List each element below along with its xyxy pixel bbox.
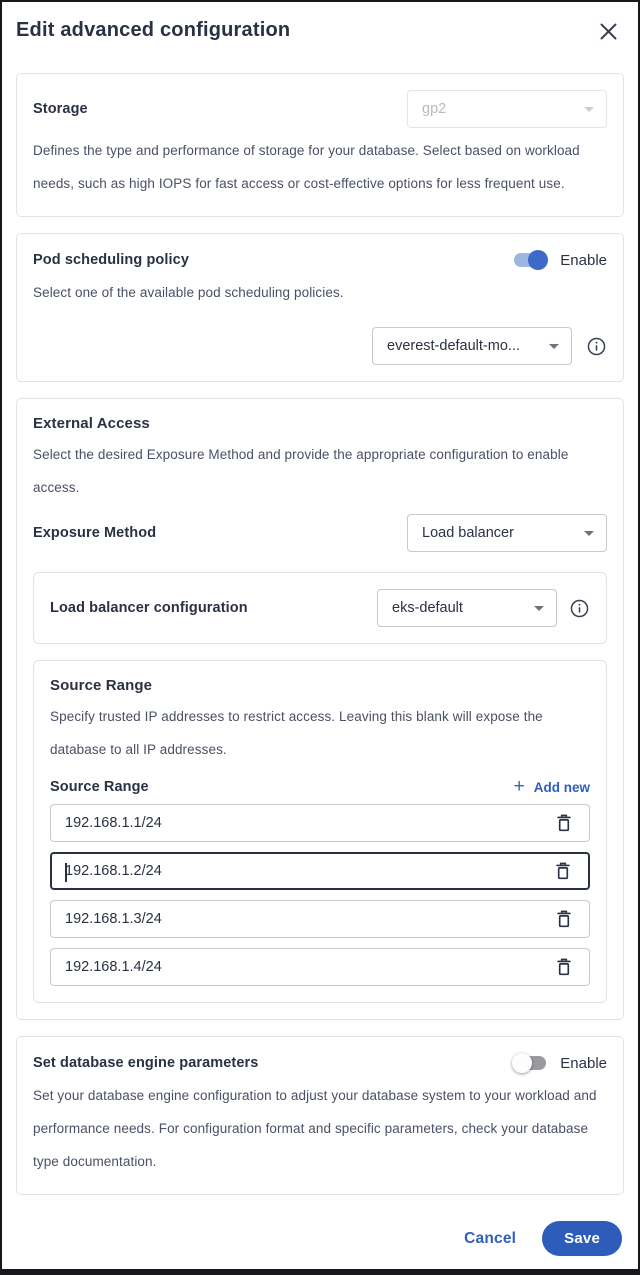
- info-icon: [569, 598, 590, 619]
- close-button[interactable]: [594, 17, 622, 45]
- source-range-title: Source Range: [50, 677, 590, 694]
- storage-select: gp2: [407, 90, 607, 128]
- source-range-list: [50, 804, 590, 986]
- delete-source-range-button[interactable]: [546, 854, 580, 888]
- cancel-button[interactable]: Cancel: [464, 1230, 516, 1248]
- engine-parameters-toggle[interactable]: [513, 1053, 547, 1073]
- trash-icon: [553, 956, 575, 978]
- external-access-description: Select the desired Exposure Method and p…: [33, 438, 607, 504]
- modal-title: Edit advanced configuration: [16, 19, 290, 42]
- engine-parameters-label: Set database engine parameters: [33, 1055, 258, 1071]
- external-access-section: External Access Select the desired Expos…: [16, 398, 624, 1020]
- chevron-down-icon: [534, 606, 544, 611]
- external-access-title: External Access: [33, 415, 607, 432]
- pod-scheduling-section: Pod scheduling policy Enable Select one …: [16, 233, 624, 382]
- source-range-field: [50, 804, 590, 842]
- source-range-field: [50, 948, 590, 986]
- engine-parameters-section: Set database engine parameters Enable Se…: [16, 1036, 624, 1195]
- engine-parameters-toggle-label: Enable: [560, 1055, 607, 1072]
- storage-label: Storage: [33, 101, 88, 117]
- delete-source-range-button[interactable]: [547, 806, 581, 840]
- pod-scheduling-description: Select one of the available pod scheduli…: [33, 276, 607, 309]
- modal-footer: Cancel Save: [2, 1195, 638, 1256]
- chevron-down-icon: [584, 107, 594, 112]
- source-range-field: [50, 852, 590, 890]
- trash-icon: [553, 812, 575, 834]
- pod-policy-select-value: everest-default-mo...: [387, 338, 520, 354]
- text-caret: [65, 863, 67, 882]
- storage-description: Defines the type and performance of stor…: [33, 134, 607, 200]
- engine-parameters-description: Set your database engine configuration t…: [33, 1079, 607, 1178]
- pod-scheduling-toggle-label: Enable: [560, 252, 607, 269]
- load-balancer-info-button[interactable]: [569, 598, 590, 619]
- exposure-method-select[interactable]: Load balancer: [407, 514, 607, 552]
- source-range-field: [50, 900, 590, 938]
- chevron-down-icon: [584, 531, 594, 536]
- delete-source-range-button[interactable]: [547, 950, 581, 984]
- trash-icon: [552, 860, 574, 882]
- load-balancer-config-select-value: eks-default: [392, 600, 463, 616]
- source-range-input[interactable]: [51, 805, 547, 841]
- exposure-method-label: Exposure Method: [33, 525, 156, 541]
- load-balancer-config-card: Load balancer configuration eks-default: [33, 572, 607, 644]
- storage-select-value: gp2: [422, 101, 446, 117]
- source-range-input[interactable]: [51, 901, 547, 937]
- add-new-button[interactable]: + Add new: [514, 778, 590, 796]
- pod-scheduling-toggle[interactable]: [513, 250, 547, 270]
- load-balancer-config-select[interactable]: eks-default: [377, 589, 557, 627]
- exposure-method-select-value: Load balancer: [422, 525, 514, 541]
- close-icon: [599, 22, 618, 41]
- toggle-thumb: [512, 1053, 532, 1073]
- source-range-description: Specify trusted IP addresses to restrict…: [50, 700, 590, 766]
- info-icon: [586, 336, 607, 357]
- source-range-card: Source Range Specify trusted IP addresse…: [33, 660, 607, 1003]
- add-new-label: Add new: [534, 780, 590, 795]
- source-range-input[interactable]: [52, 854, 546, 888]
- chevron-down-icon: [549, 344, 559, 349]
- pod-policy-select[interactable]: everest-default-mo...: [372, 327, 572, 365]
- plus-icon: +: [514, 777, 525, 796]
- save-button[interactable]: Save: [542, 1221, 622, 1256]
- pod-policy-info-button[interactable]: [586, 336, 607, 357]
- trash-icon: [553, 908, 575, 930]
- delete-source-range-button[interactable]: [547, 902, 581, 936]
- storage-section: Storage gp2 Defines the type and perform…: [16, 73, 624, 217]
- pod-scheduling-label: Pod scheduling policy: [33, 252, 189, 268]
- toggle-thumb: [528, 250, 548, 270]
- modal-header: Edit advanced configuration: [2, 2, 638, 45]
- load-balancer-config-label: Load balancer configuration: [50, 600, 248, 616]
- source-range-input[interactable]: [51, 949, 547, 985]
- source-range-list-label: Source Range: [50, 779, 149, 795]
